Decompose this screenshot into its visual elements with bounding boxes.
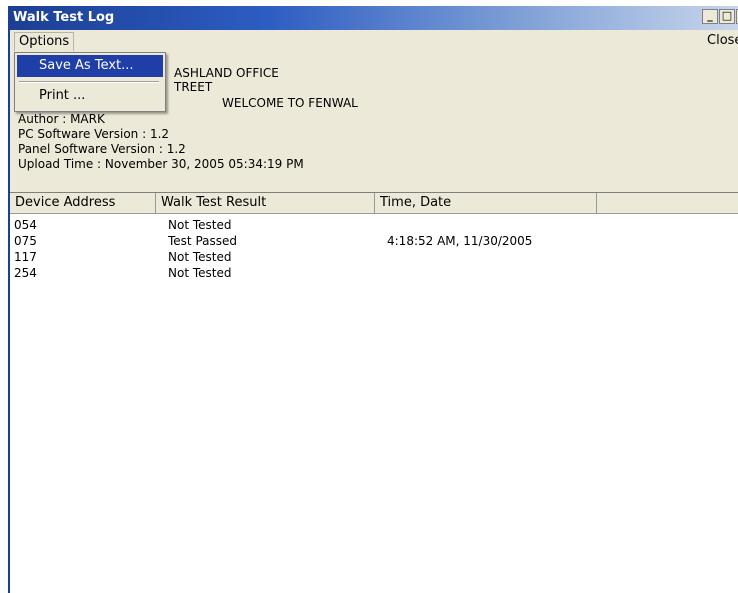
pc-software-version: PC Software Version : 1.2 (18, 127, 170, 141)
column-header-empty[interactable] (597, 193, 738, 213)
walk-test-result: Not Tested (168, 250, 232, 264)
maximize-icon: □ (721, 9, 733, 22)
list-header: Device Address Walk Test Result Time, Da… (10, 193, 738, 214)
walk-test-result: Not Tested (168, 266, 232, 280)
device-address: 054 (14, 218, 37, 232)
menu-separator (19, 81, 159, 83)
walk-test-log-window: Walk Test Log _ □ × Options Close ASHLAN… (8, 6, 738, 593)
menu-options[interactable]: Options (14, 32, 75, 51)
window-title: Walk Test Log (13, 10, 115, 25)
office-line: ASHLAND OFFICE (174, 66, 279, 80)
column-header-time-date[interactable]: Time, Date (375, 193, 597, 213)
walk-test-list[interactable]: Device Address Walk Test Result Time, Da… (10, 192, 738, 593)
street-line: TREET (174, 80, 213, 94)
table-row[interactable]: 117 Not Tested (10, 249, 738, 265)
time-date: 4:18:52 AM, 11/30/2005 (387, 234, 533, 248)
panel-software-version: Panel Software Version : 1.2 (18, 142, 186, 156)
device-address: 117 (14, 250, 37, 264)
table-row[interactable]: 054 Not Tested (10, 217, 738, 233)
minimize-button[interactable]: _ (702, 9, 718, 24)
menu-close[interactable]: Close (707, 33, 738, 48)
table-row[interactable]: 254 Not Tested (10, 265, 738, 281)
column-header-walk-test-result[interactable]: Walk Test Result (156, 193, 375, 213)
maximize-button[interactable]: □ (719, 9, 735, 24)
table-row[interactable]: 075 Test Passed 4:18:52 AM, 11/30/2005 (10, 233, 738, 249)
upload-time: Upload Time : November 30, 2005 05:34:19… (18, 157, 304, 171)
column-header-device-address[interactable]: Device Address (10, 193, 156, 213)
walk-test-result: Not Tested (168, 218, 232, 232)
title-bar[interactable]: Walk Test Log _ □ × (10, 6, 738, 30)
device-address: 075 (14, 234, 37, 248)
minimize-icon: _ (707, 9, 713, 22)
menu-item-save-as-text[interactable]: Save As Text... (17, 55, 163, 77)
welcome-line: WELCOME TO FENWAL (222, 96, 358, 110)
menu-bar: Options Close (10, 30, 738, 52)
walk-test-result: Test Passed (168, 234, 237, 248)
author-line: Author : MARK (18, 112, 105, 126)
menu-item-print[interactable]: Print ... (17, 85, 163, 107)
options-dropdown-menu: Save As Text... Print ... (14, 52, 166, 112)
device-address: 254 (14, 266, 37, 280)
